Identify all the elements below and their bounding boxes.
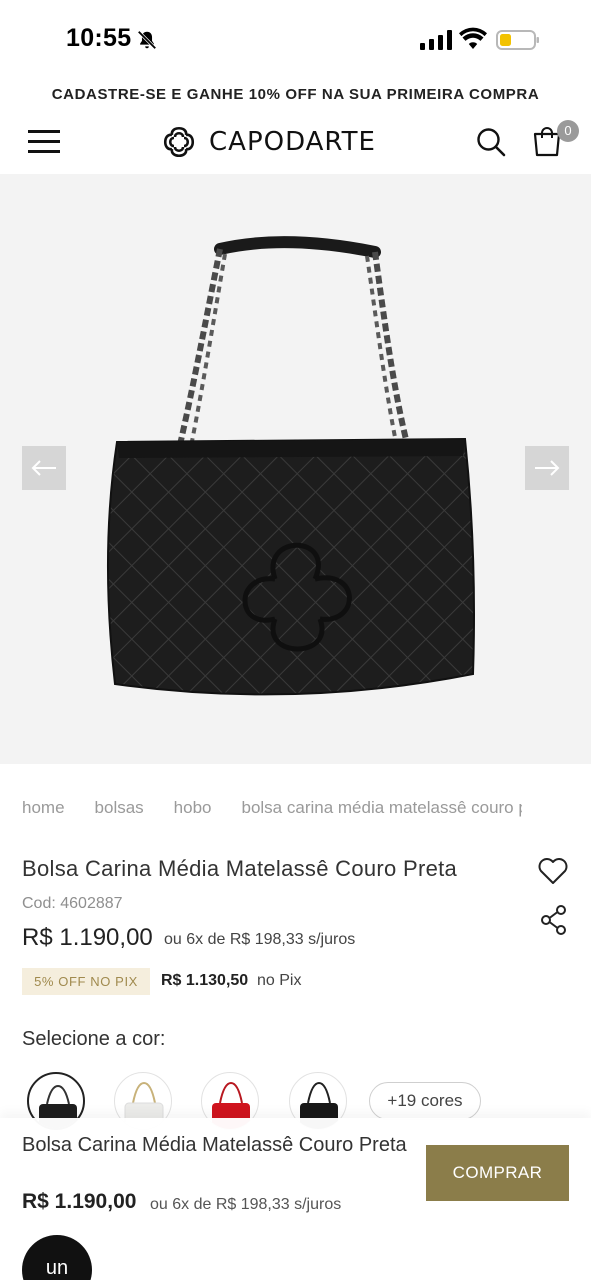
arrow-right-icon — [535, 460, 560, 476]
more-colors-button[interactable]: +19 cores — [369, 1082, 481, 1120]
pix-label: no Pix — [257, 972, 302, 989]
signal-icon — [420, 30, 452, 50]
product-gallery[interactable] — [0, 174, 591, 764]
product-code: Cod: 4602887 — [22, 895, 123, 912]
sticky-installments: ou 6x de R$ 198,33 s/juros — [150, 1196, 342, 1213]
product-image — [107, 236, 475, 696]
arrow-left-icon — [31, 460, 56, 476]
buy-button[interactable]: COMPRAR — [426, 1145, 569, 1201]
breadcrumb-hobo[interactable]: hobo — [174, 798, 212, 818]
pix-discount-badge: 5% OFF NO PIX — [22, 968, 150, 995]
battery-icon — [496, 30, 539, 50]
logo-text: CAPODARTE — [209, 127, 376, 157]
sticky-product-title: Bolsa Carina Média Matelassê Couro Preta — [22, 1134, 407, 1156]
product-price: R$ 1.190,00 — [22, 924, 153, 951]
promo-banner[interactable]: CADASTRE-SE E GANHE 10% OFF NA SUA PRIME… — [0, 86, 591, 103]
menu-icon[interactable] — [28, 127, 60, 155]
brand-logo[interactable]: CAPODARTE — [157, 120, 376, 164]
bell-off-icon — [137, 30, 157, 50]
heart-icon[interactable] — [537, 856, 569, 886]
pix-price: R$ 1.130,50 — [161, 972, 249, 989]
color-select-label: Selecione a cor: — [22, 1028, 166, 1050]
installments-text: ou 6x de R$ 198,33 s/juros — [164, 931, 356, 948]
breadcrumb-current: bolsa carina média matelassê couro preta — [241, 798, 523, 817]
gallery-next-button[interactable] — [525, 446, 569, 490]
site-header: CAPODARTE 0 — [0, 112, 591, 174]
status-bar: 10:55 — [0, 0, 591, 80]
sticky-price: R$ 1.190,00 — [22, 1190, 137, 1213]
search-icon[interactable] — [476, 127, 506, 157]
clover-logo-icon — [163, 126, 195, 158]
breadcrumb-bolsas[interactable]: bolsas — [95, 798, 144, 818]
chat-widget-button[interactable]: un — [22, 1235, 92, 1280]
status-time: 10:55 — [66, 24, 132, 52]
cart-count-badge[interactable]: 0 — [557, 120, 579, 142]
breadcrumb-home[interactable]: home — [22, 798, 65, 818]
share-icon[interactable] — [539, 904, 569, 936]
breadcrumb: home bolsas hobo bolsa carina média mate… — [22, 797, 522, 819]
wifi-icon — [459, 27, 487, 49]
sticky-purchase-bar: Bolsa Carina Média Matelassê Couro Preta… — [0, 1118, 591, 1280]
gallery-prev-button[interactable] — [22, 446, 66, 490]
product-title: Bolsa Carina Média Matelassê Couro Preta — [22, 856, 458, 881]
